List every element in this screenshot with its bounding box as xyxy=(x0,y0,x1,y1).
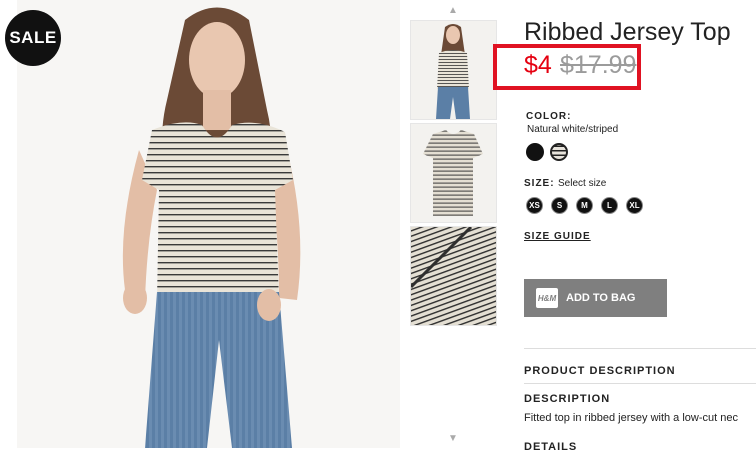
description-text: Fitted top in ribbed jersey with a low-c… xyxy=(524,412,738,424)
thumbnail-fabric-detail-icon xyxy=(411,227,496,325)
model-photo xyxy=(122,7,301,448)
color-swatch-black[interactable] xyxy=(526,143,544,161)
original-price: $17.99 xyxy=(560,51,637,79)
size-option-xs[interactable]: XS xyxy=(526,197,543,214)
product-description-heading[interactable]: PRODUCT DESCRIPTION xyxy=(524,365,676,377)
chevron-up-icon[interactable]: ▲ xyxy=(448,6,458,16)
divider xyxy=(524,348,756,349)
add-to-bag-button[interactable]: H&M ADD TO BAG xyxy=(524,279,667,317)
size-label: SIZE: xyxy=(524,178,555,189)
shopping-bag-icon: H&M xyxy=(536,288,558,308)
size-guide-link[interactable]: SIZE GUIDE xyxy=(524,231,591,242)
thumbnail-3[interactable] xyxy=(410,226,497,326)
sale-price: $4 xyxy=(524,51,552,79)
thumbnail-2[interactable] xyxy=(410,123,497,223)
thumbnail-flat-top-icon xyxy=(423,130,483,216)
color-label: COLOR: xyxy=(526,111,572,122)
size-option-xl[interactable]: XL xyxy=(626,197,643,214)
sale-badge: SALE xyxy=(5,10,61,66)
main-product-image[interactable] xyxy=(17,0,400,448)
thumbnail-1[interactable] xyxy=(410,20,497,120)
size-placeholder: Select size xyxy=(558,178,607,189)
size-option-l[interactable]: L xyxy=(601,197,618,214)
thumbnail-model-icon xyxy=(436,24,470,119)
color-swatch-striped[interactable] xyxy=(550,143,568,161)
add-to-bag-label: ADD TO BAG xyxy=(566,292,636,304)
product-title: Ribbed Jersey Top xyxy=(524,18,731,46)
size-option-s[interactable]: S xyxy=(551,197,568,214)
color-value: Natural white/striped xyxy=(527,124,619,135)
size-option-m[interactable]: M xyxy=(576,197,593,214)
details-heading: DETAILS xyxy=(524,441,578,453)
divider xyxy=(524,383,756,384)
description-heading: DESCRIPTION xyxy=(524,393,611,405)
chevron-down-icon[interactable]: ▼ xyxy=(448,434,458,444)
